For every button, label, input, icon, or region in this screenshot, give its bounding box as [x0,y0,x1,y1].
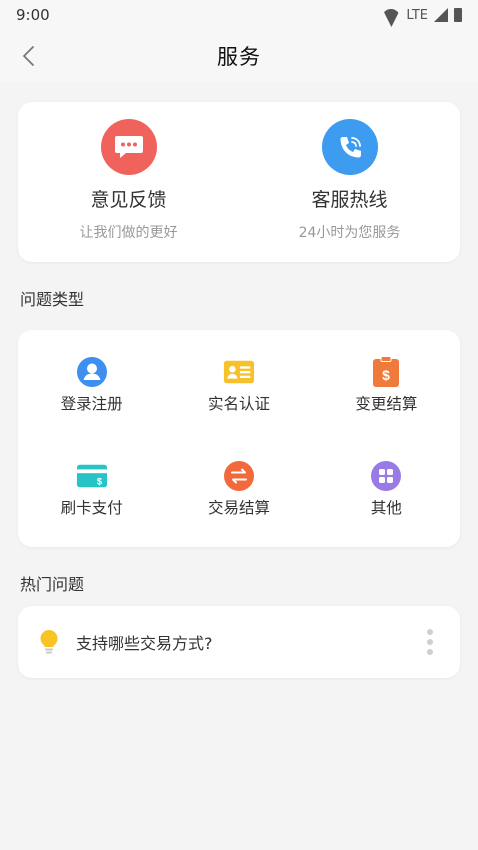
hot-question-item[interactable]: 支持哪些交易方式? [18,606,460,678]
status-time: 9:00 [16,6,50,24]
categories-card: 登录注册 实名认证 $ 变更结算 $ 刷卡支付 交易结算 其他 [18,330,460,547]
chat-bubble-icon [100,119,157,175]
apps-icon [370,460,402,492]
category-login-register[interactable]: 登录注册 [18,334,165,438]
hotline-title: 客服热线 [311,189,388,211]
category-real-name[interactable]: 实名认证 [165,334,312,438]
top-actions-card: 意见反馈 让我们做的更好 客服热线 24小时为您服务 [18,102,460,262]
user-icon [76,356,108,388]
feedback-title: 意见反馈 [90,189,167,211]
status-bar: 9:00 LTE [0,0,478,30]
battery-icon [454,8,462,22]
more-dots-icon[interactable] [426,629,434,655]
svg-text:$: $ [97,475,103,486]
category-change-settlement[interactable]: $ 变更结算 [313,334,460,438]
wifi-icon [382,9,400,21]
category-label: 其他 [370,499,402,517]
hot-question-text: 支持哪些交易方式? [76,634,213,653]
category-label: 实名认证 [207,395,270,413]
feedback-subtitle: 让我们做的更好 [79,225,178,241]
back-arrow-icon[interactable] [18,44,42,68]
page-title: 服务 [217,45,261,69]
categories-section-label: 问题类型 [20,290,85,309]
card-icon: $ [76,460,108,492]
svg-text:$: $ [382,367,390,383]
category-card-payment[interactable]: $ 刷卡支付 [18,438,165,542]
id-card-icon [223,356,255,388]
hotline-subtitle: 24小时为您服务 [298,225,401,241]
category-label: 刷卡支付 [60,499,123,517]
category-label: 登录注册 [60,395,123,413]
status-icons: LTE [382,8,462,23]
hotline-button[interactable]: 客服热线 24小时为您服务 [239,102,460,262]
signal-icon [434,8,448,22]
category-other[interactable]: 其他 [313,438,460,542]
lightbulb-icon [40,630,58,654]
phone-icon [321,119,378,175]
category-transaction-settlement[interactable]: 交易结算 [165,438,312,542]
category-label: 交易结算 [207,499,270,517]
exchange-icon [223,460,255,492]
dollar-clipboard-icon: $ [370,356,402,388]
hot-section-label: 热门问题 [20,575,85,594]
network-label: LTE [406,7,428,23]
feedback-button[interactable]: 意见反馈 让我们做的更好 [18,102,239,262]
category-label: 变更结算 [355,395,418,413]
app-header: 服务 [0,30,478,82]
